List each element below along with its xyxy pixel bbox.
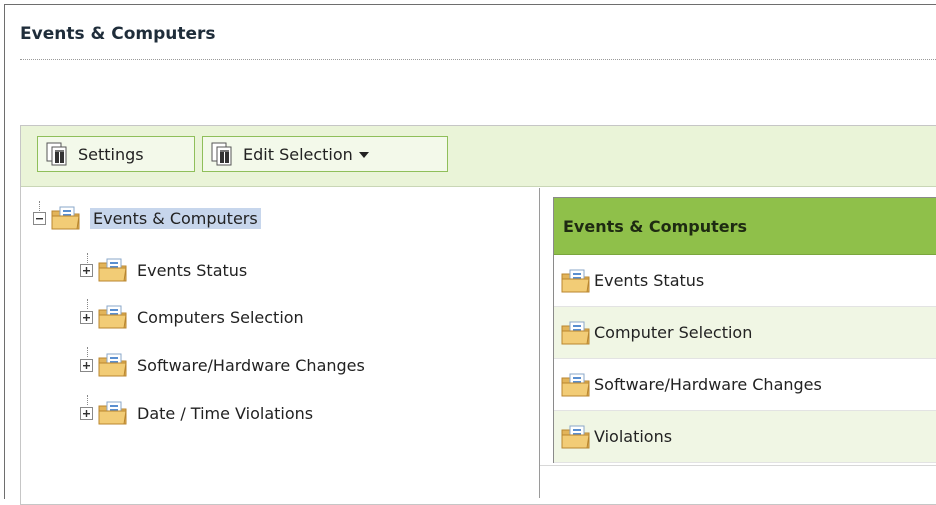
tree-node-root[interactable]: Events & Computers — [33, 203, 261, 233]
edit-selection-button-label: Edit Selection — [243, 144, 353, 164]
folder-icon — [97, 303, 129, 331]
tree-node-label[interactable]: Computers Selection — [137, 308, 304, 327]
caret-down-icon — [358, 152, 369, 158]
tree-node-label[interactable]: Software/Hardware Changes — [137, 356, 365, 375]
documents-icon — [209, 141, 235, 167]
content-row-label[interactable]: Software/Hardware Changes — [594, 375, 822, 394]
expand-icon[interactable] — [80, 407, 93, 420]
tree-node-computers-selection[interactable]: Computers Selection — [80, 302, 304, 332]
edit-selection-button[interactable]: Edit Selection — [202, 136, 448, 172]
folder-icon — [97, 256, 129, 284]
folder-icon — [50, 204, 82, 232]
content-row-label[interactable]: Computer Selection — [594, 323, 752, 342]
settings-button-label: Settings — [78, 144, 144, 164]
folder-icon — [560, 423, 592, 451]
expand-icon[interactable] — [80, 311, 93, 324]
title-divider — [20, 59, 936, 60]
settings-button[interactable]: Settings — [37, 136, 195, 172]
content-row-label[interactable]: Events Status — [594, 271, 704, 290]
tree-node-software-hardware-changes[interactable]: Software/Hardware Changes — [80, 350, 365, 380]
expand-icon[interactable] — [80, 359, 93, 372]
expand-icon[interactable] — [80, 264, 93, 277]
tree-node-date-time-violations[interactable]: Date / Time Violations — [80, 398, 313, 428]
tree-node-label[interactable]: Events & Computers — [90, 207, 261, 229]
folder-icon — [560, 267, 592, 295]
folder-icon — [97, 351, 129, 379]
content-row-violations[interactable]: Violations — [554, 411, 936, 463]
folder-icon — [560, 319, 592, 347]
content-row-label[interactable]: Violations — [594, 427, 672, 446]
content-row-computer-selection[interactable]: Computer Selection — [554, 307, 936, 359]
toolbar: Settings Edit Selection — [21, 126, 936, 187]
content-row-events-status[interactable]: Events Status — [554, 255, 936, 307]
folder-icon — [560, 371, 592, 399]
collapse-icon[interactable] — [33, 212, 46, 225]
content-divider — [540, 465, 936, 466]
content-header: Events & Computers — [554, 198, 936, 255]
tree-node-events-status[interactable]: Events Status — [80, 255, 247, 285]
documents-icon — [44, 141, 70, 167]
page-title: Events & Computers — [20, 24, 216, 44]
navigation-tree — [21, 188, 540, 498]
folder-icon — [97, 399, 129, 427]
tree-node-label[interactable]: Date / Time Violations — [137, 404, 313, 423]
content-row-software-hardware-changes[interactable]: Software/Hardware Changes — [554, 359, 936, 411]
content-panel: Events & Computers Events Status Compute… — [553, 197, 936, 463]
tree-node-label[interactable]: Events Status — [137, 261, 247, 280]
